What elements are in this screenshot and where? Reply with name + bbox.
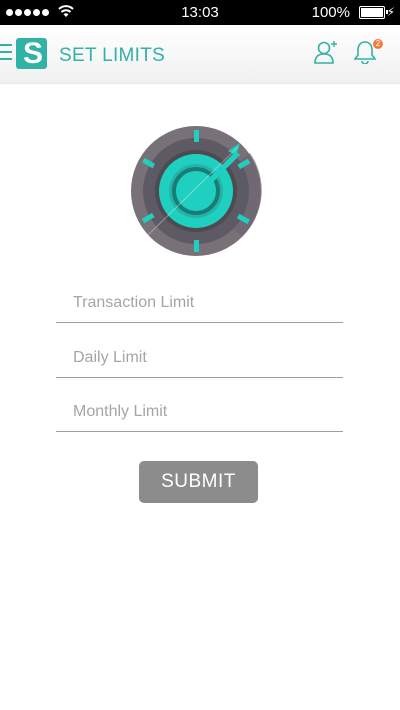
add-user-icon[interactable] <box>313 39 339 65</box>
daily-limit-input[interactable] <box>56 338 343 378</box>
safe-dial-icon <box>131 126 262 256</box>
monthly-limit-input[interactable] <box>56 392 343 432</box>
battery-icon <box>359 6 385 19</box>
page-title: SET LIMITS <box>59 45 166 66</box>
battery-percentage: 100% <box>311 4 350 21</box>
submit-button[interactable]: SUBMIT <box>139 461 258 503</box>
charging-icon: ⚡ <box>386 5 395 19</box>
notification-badge: 2 <box>373 39 383 49</box>
status-bar: 13:03 100% ⚡ <box>0 0 400 25</box>
transaction-limit-input[interactable] <box>56 283 343 323</box>
app-logo: S <box>16 38 47 69</box>
hamburger-menu-icon[interactable] <box>0 44 12 65</box>
logo-letter: S <box>23 38 44 69</box>
app-header: S SET LIMITS 2 <box>0 25 400 84</box>
